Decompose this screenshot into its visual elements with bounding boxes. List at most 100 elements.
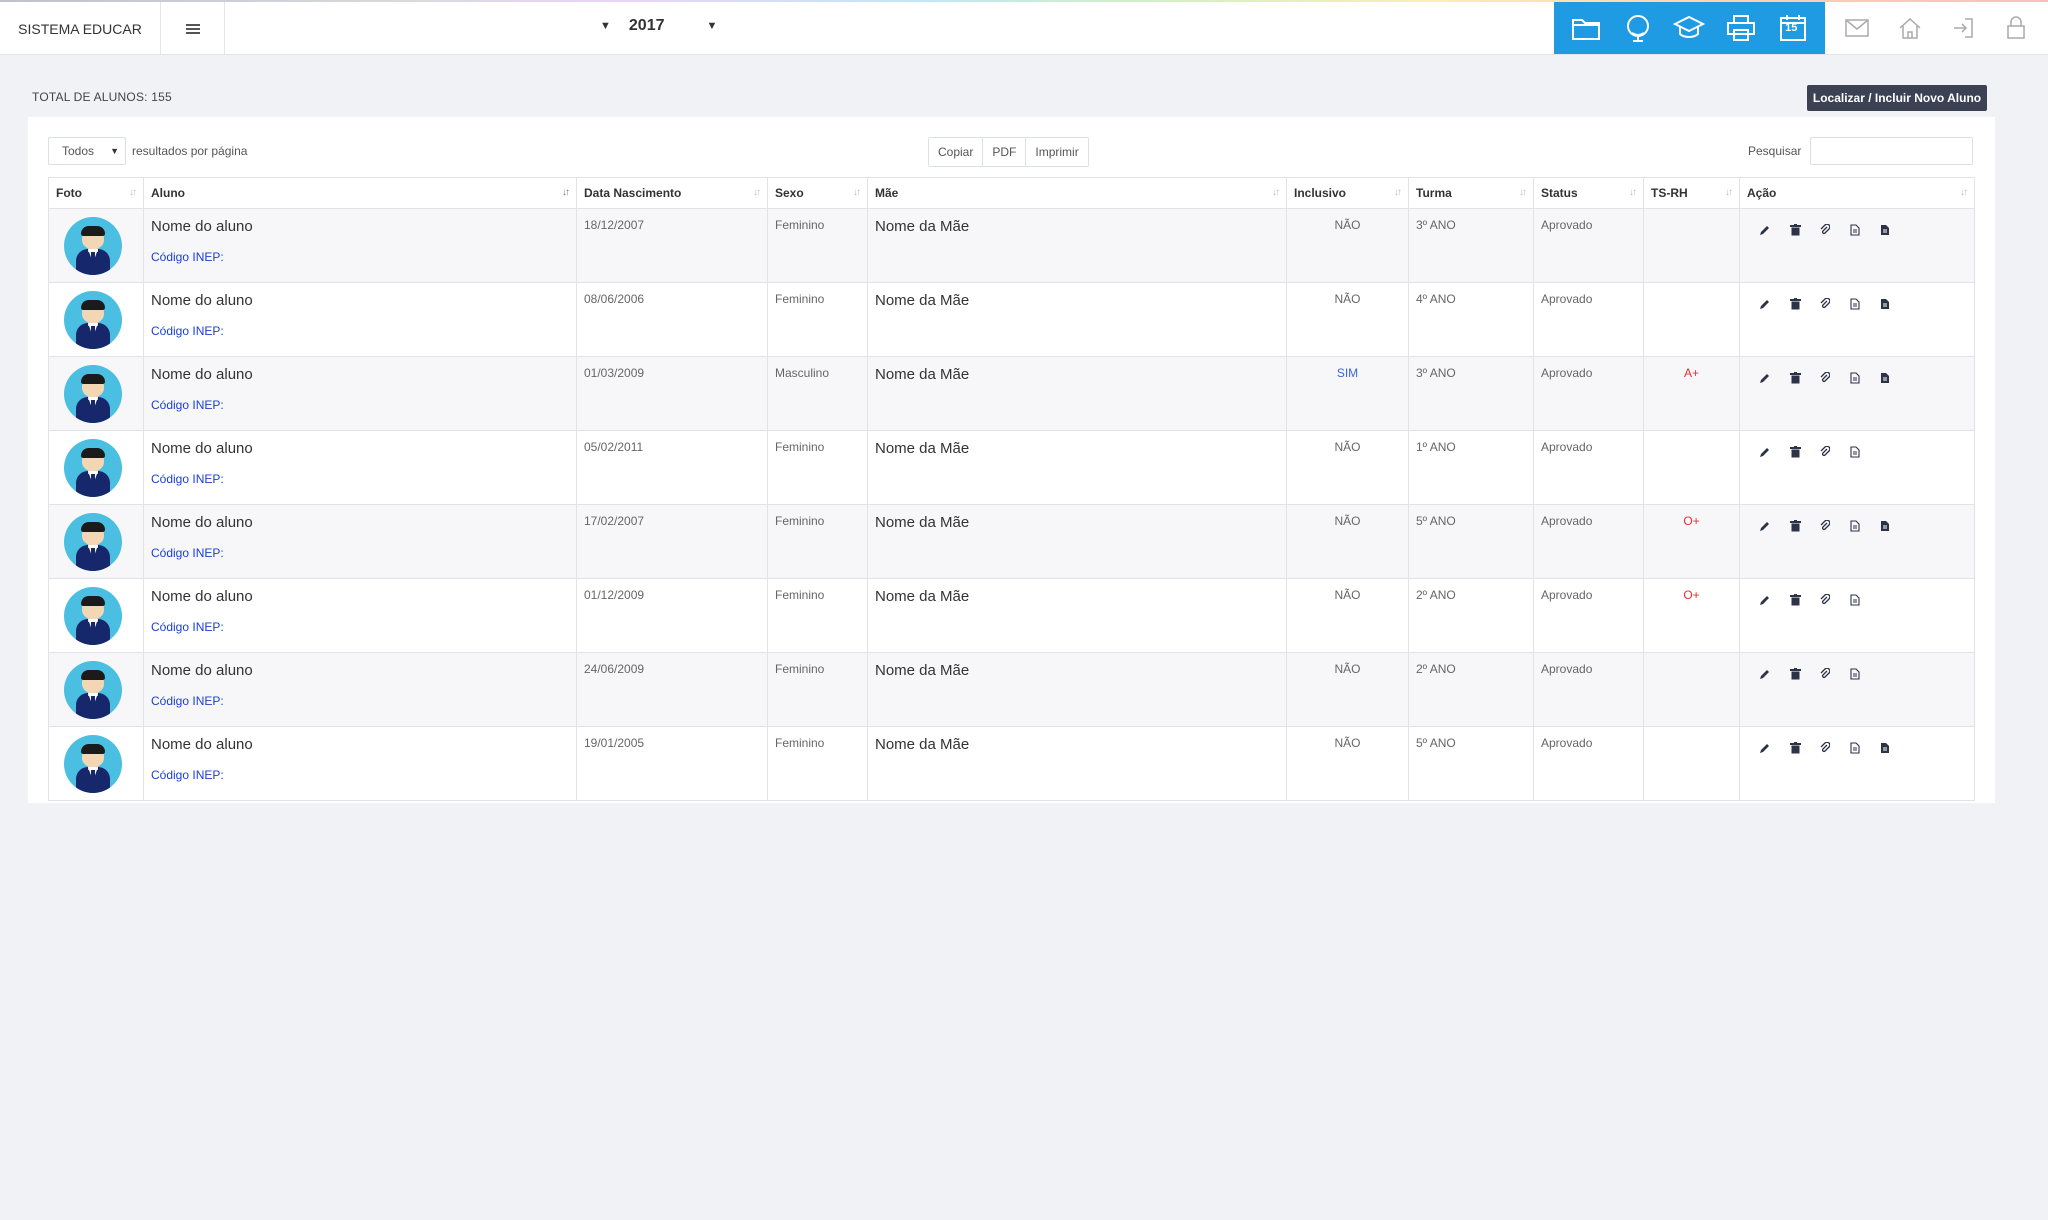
trash-icon[interactable] — [1787, 518, 1803, 534]
paperclip-icon[interactable] — [1817, 518, 1833, 534]
student-name[interactable]: Nome do aluno — [151, 366, 569, 383]
column-header-mae[interactable]: Mãe ↓↑ — [867, 177, 1287, 209]
inep-code-link[interactable]: Código INEP: — [151, 250, 569, 264]
inep-code-link[interactable]: Código INEP: — [151, 324, 569, 338]
trash-icon[interactable] — [1787, 370, 1803, 386]
trash-icon[interactable] — [1787, 740, 1803, 756]
trash-icon[interactable] — [1787, 444, 1803, 460]
document-filled-icon[interactable] — [1877, 370, 1893, 386]
paperclip-icon[interactable] — [1817, 444, 1833, 460]
total-students-label: TOTAL DE ALUNOS: 155 — [32, 90, 172, 104]
document-filled-icon[interactable] — [1877, 296, 1893, 312]
edit-icon[interactable] — [1757, 592, 1773, 608]
paperclip-icon[interactable] — [1817, 222, 1833, 238]
document-filled-icon[interactable] — [1877, 222, 1893, 238]
actions-cell — [1739, 430, 1975, 505]
lock-icon[interactable] — [1996, 8, 2036, 48]
year-selector[interactable]: ▼ 2017 ▼ — [600, 10, 717, 42]
mother-name: Nome da Mãe — [875, 588, 970, 605]
status-cell: Aprovado — [1533, 282, 1644, 357]
caret-down-icon[interactable]: ▼ — [600, 20, 611, 32]
document-icon[interactable] — [1847, 518, 1863, 534]
trash-icon[interactable] — [1787, 592, 1803, 608]
column-header-inclusivo[interactable]: Inclusivo ↓↑ — [1286, 177, 1409, 209]
paperclip-icon[interactable] — [1817, 296, 1833, 312]
trash-icon[interactable] — [1787, 222, 1803, 238]
trash-icon[interactable] — [1787, 296, 1803, 312]
inep-code-link[interactable]: Código INEP: — [151, 620, 569, 634]
edit-icon[interactable] — [1757, 666, 1773, 682]
copy-button[interactable]: Copiar — [929, 138, 984, 166]
sign-out-icon[interactable] — [1943, 8, 1983, 48]
class-cell: 5º ANO — [1408, 504, 1534, 579]
document-icon[interactable] — [1847, 370, 1863, 386]
inep-code-link[interactable]: Código INEP: — [151, 768, 569, 782]
student-name[interactable]: Nome do aluno — [151, 292, 569, 309]
student-name[interactable]: Nome do aluno — [151, 736, 569, 753]
edit-icon[interactable] — [1757, 296, 1773, 312]
column-header-data-nascimento[interactable]: Data Nascimento ↓↑ — [576, 177, 768, 209]
class-cell: 3º ANO — [1408, 356, 1534, 431]
inep-code-link[interactable]: Código INEP: — [151, 546, 569, 560]
blood-type-cell — [1643, 208, 1740, 283]
document-filled-icon[interactable] — [1877, 740, 1893, 756]
document-icon[interactable] — [1847, 666, 1863, 682]
student-cell: Nome do aluno Código INEP: — [143, 726, 577, 801]
printer-icon[interactable] — [1721, 8, 1761, 48]
status-cell: Aprovado — [1533, 726, 1644, 801]
paperclip-icon[interactable] — [1817, 370, 1833, 386]
edit-icon[interactable] — [1757, 444, 1773, 460]
table-row: Nome do aluno Código INEP: 05/02/2011 Femin… — [48, 430, 1975, 505]
student-name[interactable]: Nome do aluno — [151, 588, 569, 605]
inep-code-link[interactable]: Código INEP: — [151, 398, 569, 412]
student-name[interactable]: Nome do aluno — [151, 662, 569, 679]
column-header-sexo[interactable]: Sexo ↓↑ — [767, 177, 868, 209]
pdf-button[interactable]: PDF — [983, 138, 1027, 166]
document-icon[interactable] — [1847, 222, 1863, 238]
brand-title[interactable]: SISTEMA EDUCAR — [0, 2, 161, 55]
inep-code-link[interactable]: Código INEP: — [151, 472, 569, 486]
calendar-icon[interactable]: 15 — [1773, 8, 1813, 48]
home-icon[interactable] — [1890, 8, 1930, 48]
edit-icon[interactable] — [1757, 518, 1773, 534]
document-icon[interactable] — [1847, 444, 1863, 460]
paperclip-icon[interactable] — [1817, 666, 1833, 682]
document-icon[interactable] — [1847, 592, 1863, 608]
column-header-aluno[interactable]: Aluno ↓↑ — [143, 177, 577, 209]
paperclip-icon[interactable] — [1817, 592, 1833, 608]
caret-down-icon[interactable]: ▼ — [706, 20, 717, 32]
student-cell: Nome do aluno Código INEP: — [143, 578, 577, 653]
student-avatar — [64, 587, 122, 645]
document-icon[interactable] — [1847, 296, 1863, 312]
row-actions — [1747, 662, 1967, 682]
student-name[interactable]: Nome do aluno — [151, 514, 569, 531]
edit-icon[interactable] — [1757, 740, 1773, 756]
globe-icon[interactable] — [1618, 8, 1658, 48]
page-length-select[interactable]: Todos ▼ — [48, 137, 126, 165]
student-name[interactable]: Nome do aluno — [151, 440, 569, 457]
inep-code-link[interactable]: Código INEP: — [151, 694, 569, 708]
column-header-foto[interactable]: Foto ↓↑ — [48, 177, 144, 209]
document-filled-icon[interactable] — [1877, 518, 1893, 534]
edit-icon[interactable] — [1757, 370, 1773, 386]
graduation-cap-icon[interactable] — [1669, 8, 1709, 48]
edit-icon[interactable] — [1757, 222, 1773, 238]
search-input[interactable] — [1810, 137, 1974, 165]
class-cell: 2º ANO — [1408, 578, 1534, 653]
find-add-student-button[interactable]: Localizar / Incluir Novo Aluno — [1807, 85, 1987, 111]
trash-icon[interactable] — [1787, 666, 1803, 682]
envelope-icon[interactable] — [1837, 8, 1877, 48]
paperclip-icon[interactable] — [1817, 740, 1833, 756]
blood-type-value: O+ — [1683, 588, 1700, 602]
sex-cell: Feminino — [767, 726, 868, 801]
hamburger-menu-button[interactable] — [161, 2, 225, 55]
folder-icon[interactable] — [1566, 8, 1606, 48]
column-header-ts-rh[interactable]: TS-RH ↓↑ — [1643, 177, 1740, 209]
column-header-status[interactable]: Status ↓↑ — [1533, 177, 1644, 209]
column-header-acao[interactable]: Ação ↓↑ — [1739, 177, 1975, 209]
document-icon[interactable] — [1847, 740, 1863, 756]
mother-name: Nome da Mãe — [875, 292, 970, 309]
column-header-turma[interactable]: Turma ↓↑ — [1408, 177, 1534, 209]
student-name[interactable]: Nome do aluno — [151, 218, 569, 235]
print-button[interactable]: Imprimir — [1026, 138, 1088, 166]
